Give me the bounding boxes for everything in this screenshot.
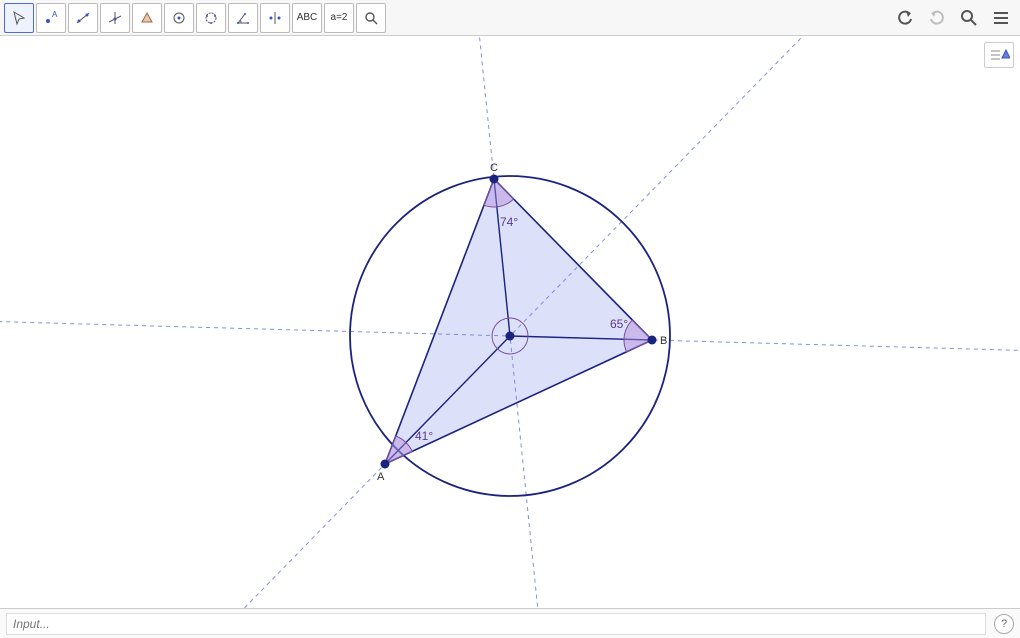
- tool-line[interactable]: [68, 3, 98, 33]
- svg-text:B: B: [660, 335, 667, 347]
- tool-circle[interactable]: [164, 3, 194, 33]
- tool-text-label: ABC: [297, 12, 318, 23]
- svg-text:74°: 74°: [500, 215, 518, 229]
- geometry-canvas: 41° 65° 74° A B C: [0, 36, 1020, 608]
- tool-move[interactable]: [4, 3, 34, 33]
- tool-reflect[interactable]: [260, 3, 290, 33]
- style-bar-toggle[interactable]: [984, 42, 1014, 68]
- tool-text[interactable]: ABC: [292, 3, 322, 33]
- search-button[interactable]: [954, 3, 984, 33]
- toolbar: A ABC: [0, 0, 1020, 36]
- tool-group-left: A ABC: [4, 3, 386, 33]
- tool-polygon[interactable]: [132, 3, 162, 33]
- tool-point[interactable]: A: [36, 3, 66, 33]
- tool-slider[interactable]: a=2: [324, 3, 354, 33]
- tool-perpendicular[interactable]: [100, 3, 130, 33]
- tool-group-right: [890, 3, 1016, 33]
- redo-button[interactable]: [922, 3, 952, 33]
- svg-text:65°: 65°: [610, 317, 628, 331]
- undo-button[interactable]: [890, 3, 920, 33]
- svg-text:A: A: [52, 10, 58, 19]
- menu-button[interactable]: [986, 3, 1016, 33]
- input-bar: ?: [0, 608, 1020, 638]
- svg-text:A: A: [377, 471, 385, 483]
- svg-text:C: C: [490, 162, 498, 174]
- command-input[interactable]: [6, 613, 986, 635]
- tool-conic[interactable]: [196, 3, 226, 33]
- graphics-view[interactable]: 41° 65° 74° A B C: [0, 36, 1020, 608]
- tool-slider-label: a=2: [331, 12, 348, 23]
- tool-angle[interactable]: [228, 3, 258, 33]
- help-button[interactable]: ?: [994, 614, 1014, 634]
- tool-move-view[interactable]: [356, 3, 386, 33]
- svg-text:41°: 41°: [415, 429, 433, 443]
